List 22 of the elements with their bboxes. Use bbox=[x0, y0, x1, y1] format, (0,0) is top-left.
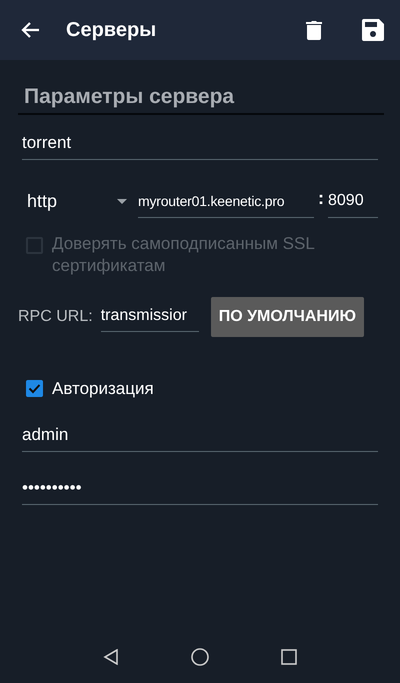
port-separator: : bbox=[317, 188, 325, 210]
back-triangle-icon[interactable] bbox=[103, 649, 119, 665]
back-arrow-icon[interactable] bbox=[20, 21, 40, 39]
rpc-url-label: RPC URL: bbox=[18, 308, 93, 326]
checkbox[interactable] bbox=[26, 380, 43, 397]
rpc-url-field[interactable]: transmissior bbox=[100, 302, 199, 332]
username-field[interactable]: admin bbox=[22, 421, 378, 452]
port-field[interactable]: 8090 bbox=[328, 188, 378, 218]
recents-square-icon[interactable] bbox=[281, 649, 297, 665]
screen-title: Серверы bbox=[66, 18, 158, 42]
checkbox-label: Авторизация bbox=[52, 379, 154, 399]
name-field[interactable]: torrent bbox=[22, 129, 378, 160]
checkbox-label: Доверять самоподписанным SSL сертификатам bbox=[52, 233, 316, 277]
save-icon[interactable] bbox=[362, 19, 384, 41]
home-circle-icon[interactable] bbox=[191, 648, 209, 666]
dropdown-caret-icon bbox=[117, 198, 127, 204]
trash-icon[interactable] bbox=[306, 20, 322, 40]
password-field[interactable]: •••••••••• bbox=[22, 474, 378, 505]
section-title: Параметры сервера bbox=[18, 80, 384, 115]
host-field[interactable]: myrouter01.keenetic.pro bbox=[138, 189, 314, 218]
protocol-dropdown[interactable]: http bbox=[22, 184, 132, 218]
default-button[interactable]: ПО УМОЛЧАНИЮ bbox=[210, 297, 364, 337]
